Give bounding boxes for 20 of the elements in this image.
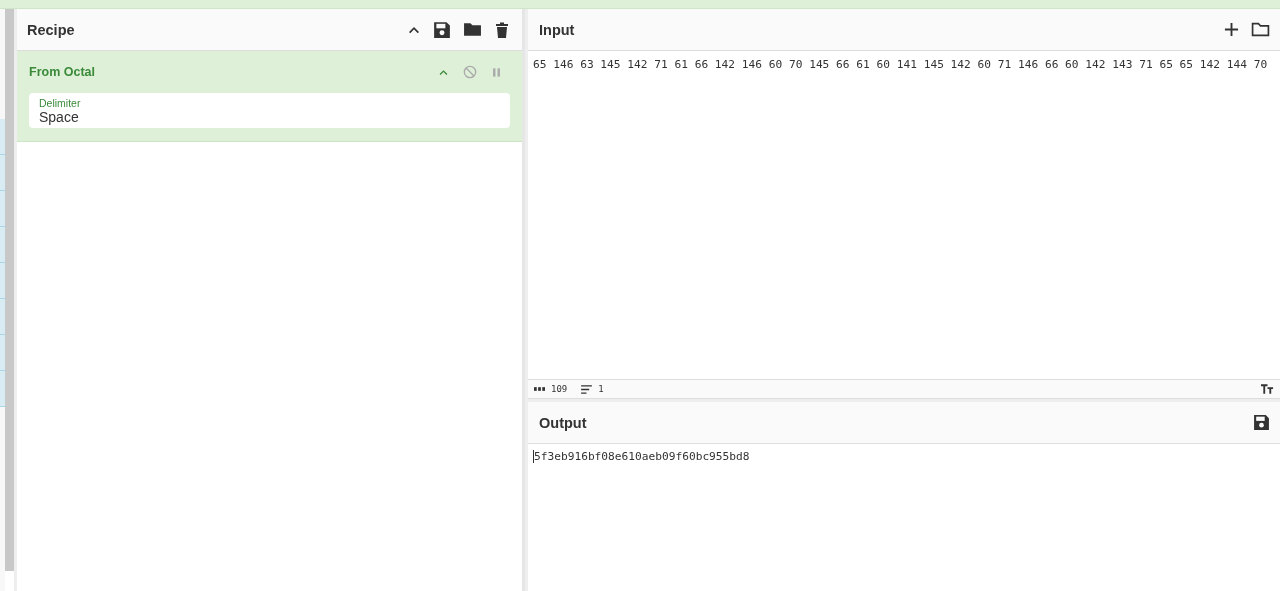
font-size-icon[interactable] (1261, 384, 1274, 394)
lines-icon (581, 384, 593, 394)
line-count: 1 (598, 384, 604, 394)
input-text-area[interactable]: 65 146 63 145 142 71 61 66 142 146 60 70 145 66 61 60 141 145 142 60 71 146 66 60 142 143 71 65 65 142 144 70 (528, 51, 1280, 379)
delimiter-field[interactable]: Delimiter Space (29, 93, 510, 128)
panel-title: Recipe (27, 21, 75, 38)
panel-title: Output (539, 414, 587, 431)
folder-icon[interactable] (1251, 21, 1270, 38)
plus-icon[interactable] (1224, 22, 1239, 37)
length-count: 109 (551, 384, 568, 394)
recipe-operation[interactable]: From Octal Delimiter Space (17, 51, 522, 142)
save-icon[interactable] (433, 20, 451, 39)
scrollbar[interactable] (5, 9, 14, 571)
characters-icon (534, 386, 545, 392)
operation-title: From Octal (29, 65, 95, 79)
panel-title: Input (539, 21, 575, 38)
save-icon[interactable] (1253, 414, 1270, 431)
delete-icon[interactable] (494, 20, 510, 39)
folder-icon[interactable] (463, 21, 482, 38)
output-text: 5f3eb916bf08e610aeb09f60bc955bd8 (533, 450, 755, 463)
